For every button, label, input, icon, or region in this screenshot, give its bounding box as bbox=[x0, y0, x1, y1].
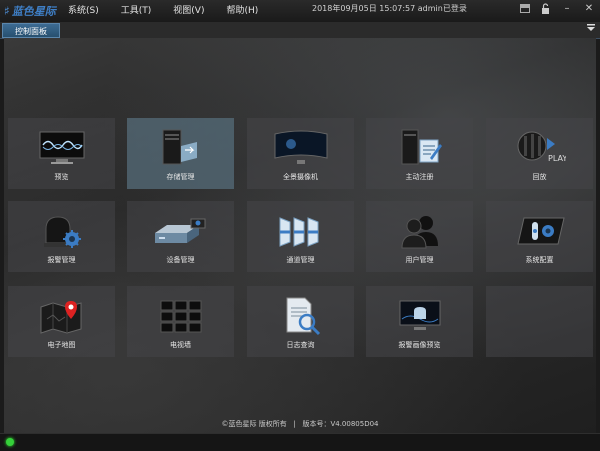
tile-label: 回放 bbox=[532, 173, 547, 181]
minimize-icon[interactable]: – bbox=[560, 3, 574, 15]
tile-label: 设备管理 bbox=[166, 256, 195, 264]
log-search-icon bbox=[247, 296, 354, 336]
alarm-preview-icon bbox=[366, 296, 473, 336]
tile-storage-management[interactable]: 存储管理 bbox=[127, 118, 234, 189]
tile-label: 用户管理 bbox=[405, 256, 434, 264]
close-icon[interactable]: ✕ bbox=[582, 3, 596, 15]
window-controls: – ✕ bbox=[512, 3, 596, 15]
tile-label: 报警画像预览 bbox=[398, 341, 441, 349]
tile-electronic-map[interactable]: 电子地图 bbox=[8, 286, 115, 357]
tile-label: 日志查询 bbox=[286, 341, 315, 349]
menu-help[interactable]: 帮助(H) bbox=[226, 0, 258, 22]
alarm-gear-icon bbox=[8, 211, 115, 251]
tile-system-config[interactable]: 系统配置 bbox=[486, 201, 593, 272]
menu-view[interactable]: 视图(V) bbox=[173, 0, 204, 22]
lock-icon[interactable] bbox=[538, 3, 552, 15]
server-register-icon bbox=[366, 128, 473, 168]
tile-label: 全景摄像机 bbox=[283, 173, 318, 181]
tile-alarm-image-preview[interactable]: 报警画像预览 bbox=[366, 286, 473, 357]
login-status: 2018年09月05日 15:07:57 admin已登录 bbox=[312, 0, 467, 18]
status-user: admin已登录 bbox=[417, 4, 467, 13]
tab-control-panel[interactable]: 控制面板 bbox=[2, 23, 60, 38]
device-camera-icon bbox=[127, 211, 234, 251]
tile-tv-wall[interactable]: 电视墙 bbox=[127, 286, 234, 357]
tile-playback[interactable]: PLAY 回放 bbox=[486, 118, 593, 189]
brand-mark-icon: ♯ bbox=[4, 4, 10, 18]
tile-device-management[interactable]: 设备管理 bbox=[127, 201, 234, 272]
logo-text: 蓝色星际 bbox=[11, 5, 56, 18]
panoramic-display-icon bbox=[247, 128, 354, 168]
monitor-wave-icon bbox=[8, 128, 115, 168]
version-text: 版本号：V4.00805D04 bbox=[302, 420, 379, 428]
film-play-icon: PLAY bbox=[486, 128, 593, 168]
tile-label: 电视墙 bbox=[170, 341, 191, 349]
map-pin-icon bbox=[8, 296, 115, 336]
tile-empty bbox=[486, 286, 593, 357]
title-bar: ♯ 蓝色星际 系统(S) 工具(T) 视图(V) 帮助(H) 2018年09月0… bbox=[0, 0, 600, 23]
tile-label: 报警管理 bbox=[47, 256, 76, 264]
tile-label: 预览 bbox=[54, 173, 69, 181]
tile-alarm-management[interactable]: 报警管理 bbox=[8, 201, 115, 272]
app-logo: ♯ 蓝色星际 bbox=[4, 3, 56, 19]
tile-label: 主动注册 bbox=[405, 173, 434, 181]
status-datetime: 2018年09月05日 15:07:57 bbox=[312, 4, 416, 13]
tv-wall-icon bbox=[127, 296, 234, 336]
server-archive-icon bbox=[127, 128, 234, 168]
tile-log-query[interactable]: 日志查询 bbox=[247, 286, 354, 357]
channel-panels-icon bbox=[247, 211, 354, 251]
copyright-text: ©蓝色星际 版权所有 bbox=[221, 420, 287, 428]
tab-bar: 控制面板 bbox=[0, 22, 600, 39]
tile-label: 通道管理 bbox=[286, 256, 315, 264]
footer-separator: | bbox=[293, 420, 296, 428]
menu-system[interactable]: 系统(S) bbox=[68, 0, 99, 22]
control-panel-area: 预览 存储管理 全景摄像机 主动注册 PLAY 回放 报警管理 设备管理 通道管… bbox=[4, 38, 596, 433]
tab-menu-icon[interactable] bbox=[587, 24, 595, 34]
status-bar bbox=[0, 433, 600, 451]
tile-panoramic-camera[interactable]: 全景摄像机 bbox=[247, 118, 354, 189]
menu-bar: 系统(S) 工具(T) 视图(V) 帮助(H) bbox=[68, 0, 280, 22]
tile-active-registration[interactable]: 主动注册 bbox=[366, 118, 473, 189]
tile-preview[interactable]: 预览 bbox=[8, 118, 115, 189]
svg-text:PLAY: PLAY bbox=[548, 154, 566, 163]
menu-tools[interactable]: 工具(T) bbox=[121, 0, 152, 22]
users-icon bbox=[366, 211, 473, 251]
copyright-footer: ©蓝色星际 版权所有 | 版本号：V4.00805D04 bbox=[0, 419, 600, 429]
connection-status-icon bbox=[6, 438, 14, 446]
tile-label: 存储管理 bbox=[166, 173, 195, 181]
system-config-icon bbox=[486, 211, 593, 251]
tile-label: 系统配置 bbox=[525, 256, 554, 264]
tile-label: 电子地图 bbox=[47, 341, 76, 349]
tile-channel-management[interactable]: 通道管理 bbox=[247, 201, 354, 272]
layout-icon[interactable] bbox=[520, 4, 530, 13]
tile-user-management[interactable]: 用户管理 bbox=[366, 201, 473, 272]
